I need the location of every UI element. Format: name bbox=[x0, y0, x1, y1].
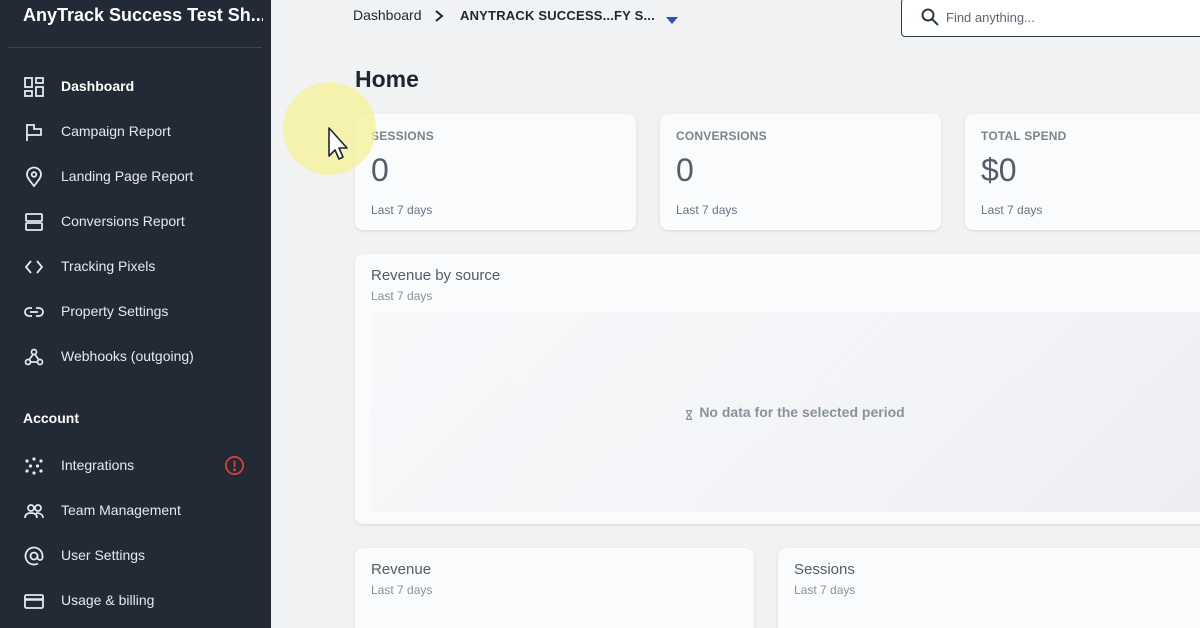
sidebar-item-usage-billing[interactable]: Usage & billing bbox=[0, 580, 271, 620]
page-title: Home bbox=[355, 66, 419, 92]
sidebar-item-label: Campaign Report bbox=[61, 123, 171, 139]
code-icon bbox=[23, 256, 45, 278]
sidebar-item-label: User Settings bbox=[61, 547, 146, 563]
account-section-title: Account bbox=[23, 410, 79, 426]
sidebar-item-label: Conversions Report bbox=[61, 213, 185, 229]
sidebar-item-label: Integrations bbox=[61, 457, 135, 473]
stack-icon bbox=[23, 211, 45, 233]
caret-down-icon[interactable] bbox=[666, 12, 678, 24]
workspace-name[interactable]: AnyTrack Success Test Sh... bbox=[23, 5, 263, 26]
stat-period: Last 7 days bbox=[371, 203, 433, 217]
link-icon bbox=[23, 301, 45, 323]
sidebar-item-label: Usage & billing bbox=[61, 592, 155, 608]
sidebar-divider bbox=[8, 47, 262, 48]
stat-card-total-spend[interactable]: TOTAL SPEND $0 Last 7 days bbox=[965, 114, 1200, 230]
mouse-pointer-icon bbox=[325, 126, 349, 162]
stat-value: 0 bbox=[371, 152, 389, 188]
chart-empty-area: No data for the selected period bbox=[371, 312, 1200, 512]
revenue-by-source-card: Revenue by source Last 7 days No data fo… bbox=[355, 254, 1200, 524]
sidebar-item-dashboard[interactable]: Dashboard bbox=[0, 66, 271, 106]
team-icon bbox=[23, 500, 45, 522]
sidebar-item-user-settings[interactable]: User Settings bbox=[0, 535, 271, 575]
sidebar-item-integrations[interactable]: Integrations bbox=[0, 445, 271, 485]
stat-value: $0 bbox=[981, 152, 1017, 188]
card-title: Revenue bbox=[371, 561, 432, 578]
hourglass-icon bbox=[685, 407, 693, 420]
sidebar-item-tracking-pixels[interactable]: Tracking Pixels bbox=[0, 246, 271, 286]
location-pin-icon bbox=[23, 166, 45, 188]
sidebar-item-label: Property Settings bbox=[61, 303, 169, 319]
sidebar-item-landing-page-report[interactable]: Landing Page Report bbox=[0, 156, 271, 196]
sidebar-item-label: Webhooks (outgoing) bbox=[61, 348, 194, 364]
dashboard-icon bbox=[23, 76, 45, 98]
card-title: Revenue by source bbox=[371, 267, 501, 284]
search-icon bbox=[920, 7, 940, 27]
stat-period: Last 7 days bbox=[981, 203, 1043, 217]
sidebar-item-label: Landing Page Report bbox=[61, 168, 194, 184]
card-period: Last 7 days bbox=[371, 289, 433, 303]
chevron-right-icon bbox=[432, 8, 446, 24]
search-input[interactable] bbox=[946, 7, 1186, 27]
revenue-card: Revenue Last 7 days bbox=[355, 548, 754, 628]
card-period: Last 7 days bbox=[371, 583, 433, 597]
credit-card-icon bbox=[23, 590, 45, 612]
empty-state: No data for the selected period bbox=[371, 312, 1200, 512]
stat-label: SESSIONS bbox=[371, 129, 434, 143]
stat-card-conversions[interactable]: CONVERSIONS 0 Last 7 days bbox=[660, 114, 941, 230]
sidebar: AnyTrack Success Test Sh... Dashboard Ca… bbox=[0, 0, 271, 628]
empty-state-message: No data for the selected period bbox=[699, 404, 905, 420]
stat-value: 0 bbox=[676, 152, 694, 188]
sidebar-item-label: Tracking Pixels bbox=[61, 258, 156, 274]
card-period: Last 7 days bbox=[794, 583, 856, 597]
flag-icon bbox=[23, 121, 45, 143]
sidebar-item-webhooks[interactable]: Webhooks (outgoing) bbox=[0, 336, 271, 376]
sessions-card: Sessions Last 7 days bbox=[778, 548, 1200, 628]
breadcrumb-property[interactable]: ANYTRACK SUCCESS...FY S... bbox=[460, 8, 655, 23]
sidebar-item-campaign-report[interactable]: Campaign Report bbox=[0, 111, 271, 151]
sidebar-item-label: Dashboard bbox=[61, 78, 135, 94]
stat-card-sessions[interactable]: SESSIONS 0 Last 7 days bbox=[355, 114, 636, 230]
integrations-icon bbox=[23, 455, 45, 477]
sidebar-item-label: Team Management bbox=[61, 502, 181, 518]
webhook-icon bbox=[23, 346, 45, 368]
stat-label: CONVERSIONS bbox=[676, 129, 767, 143]
stat-period: Last 7 days bbox=[676, 203, 738, 217]
stat-label: TOTAL SPEND bbox=[981, 129, 1067, 143]
breadcrumb-dashboard[interactable]: Dashboard bbox=[353, 7, 422, 23]
at-sign-icon bbox=[23, 545, 45, 567]
card-title: Sessions bbox=[794, 561, 855, 578]
search-box[interactable] bbox=[901, 0, 1200, 37]
sidebar-item-conversions-report[interactable]: Conversions Report bbox=[0, 201, 271, 241]
alert-icon bbox=[224, 455, 245, 476]
sidebar-item-team-management[interactable]: Team Management bbox=[0, 490, 271, 530]
sidebar-item-property-settings[interactable]: Property Settings bbox=[0, 291, 271, 331]
